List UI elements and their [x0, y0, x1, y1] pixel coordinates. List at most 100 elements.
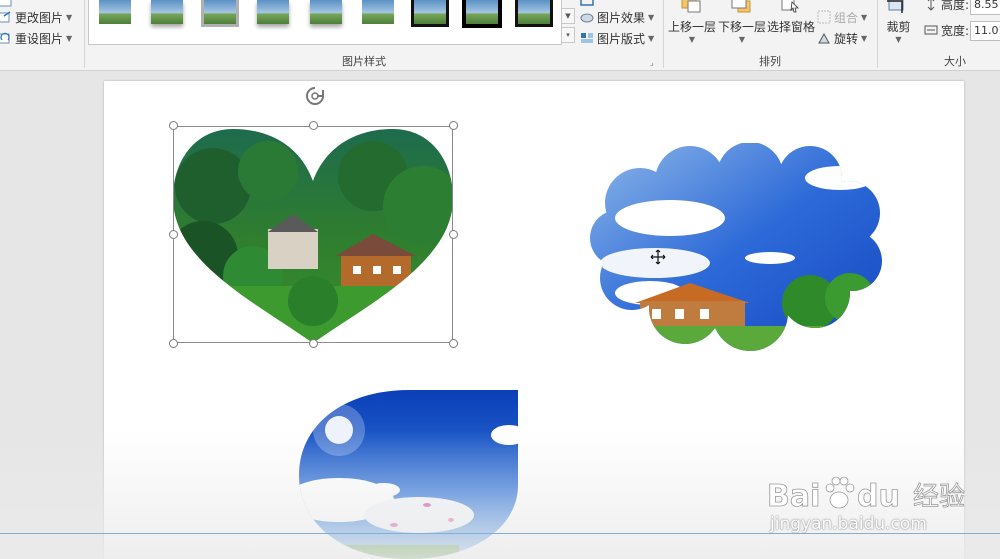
group-label: 组合 — [834, 10, 859, 25]
style-preview-image — [362, 0, 394, 24]
bring-forward-icon — [680, 0, 702, 14]
crop-label: 裁剪 — [886, 20, 911, 34]
watermark-cn: 经验 — [913, 482, 965, 512]
width-icon — [924, 23, 938, 37]
crop-button[interactable]: 裁剪 ▼ — [886, 0, 911, 46]
style-thumb-3[interactable] — [201, 0, 239, 27]
cloud-picture[interactable] — [590, 143, 885, 355]
resize-handle-top[interactable] — [309, 121, 318, 130]
send-backward-icon — [730, 0, 752, 14]
rotate-handle-icon[interactable] — [303, 84, 327, 108]
reset-picture-icon — [0, 31, 12, 45]
style-thumb-7[interactable] — [411, 0, 449, 27]
style-preview-image — [99, 0, 131, 24]
selection-pane-label: 选择窗格 — [767, 20, 816, 34]
baidu-logo-icon: Bai du 经验 — [767, 476, 965, 514]
resize-handle-bottom-left[interactable] — [169, 339, 178, 348]
resize-handle-top-left[interactable] — [169, 121, 178, 130]
resize-handle-bottom[interactable] — [309, 339, 318, 348]
group-objects-button[interactable]: 组合 ▼ — [817, 9, 867, 25]
reset-picture-button[interactable]: 重设图片 ▼ — [0, 30, 72, 46]
move-cursor-icon — [650, 249, 666, 265]
rotate-label: 旋转 — [834, 31, 859, 46]
resize-handle-right[interactable] — [449, 230, 458, 239]
style-preview-image — [310, 0, 342, 24]
chevron-down-icon: ▼ — [648, 12, 655, 22]
style-thumb-2[interactable] — [148, 0, 186, 27]
picture-layout-button[interactable]: 图片版式 ▼ — [580, 30, 654, 46]
resize-handle-bottom-right[interactable] — [449, 339, 458, 348]
selection-pane-button[interactable]: 选择窗格 — [767, 0, 815, 36]
picture-effects-label: 图片效果 — [597, 10, 646, 25]
height-icon — [924, 0, 938, 11]
width-label: 宽度: — [941, 23, 970, 38]
style-thumb-6[interactable] — [359, 0, 397, 27]
resize-handle-left[interactable] — [169, 230, 178, 239]
chevron-down-icon: ▼ — [738, 35, 746, 44]
style-preview-image — [257, 0, 289, 24]
selection-box — [173, 126, 453, 343]
dialog-launcher-icon: ⌟ — [650, 57, 654, 67]
hidden-top-button[interactable] — [0, 0, 15, 8]
change-picture-icon — [0, 10, 12, 24]
height-label-row: 高度: — [924, 0, 969, 12]
change-picture-button[interactable]: 更改图片 ▼ — [0, 9, 72, 25]
style-thumb-5[interactable] — [307, 0, 345, 27]
watermark-brand: Bai — [767, 479, 820, 514]
group-divider — [663, 0, 664, 68]
bring-forward-button[interactable]: 上移一层 ▼ — [668, 0, 716, 46]
picture-effects-button[interactable]: 图片效果 ▼ — [580, 9, 654, 25]
height-label: 高度: — [941, 0, 970, 12]
chevron-down-icon: ▼ — [895, 35, 902, 44]
bring-forward-label: 上移一层 — [668, 20, 717, 34]
picture-icon — [0, 0, 12, 8]
group-divider — [877, 0, 878, 68]
style-thumb-1[interactable] — [96, 0, 134, 27]
picture-effects-icon — [580, 10, 594, 24]
style-preview-image — [201, 0, 239, 27]
chevron-down-icon: ▼ — [861, 33, 868, 43]
chevron-down-icon: ▼ — [688, 35, 696, 44]
picture-styles-gallery — [88, 0, 562, 45]
chevron-down-icon: ▼ — [66, 33, 73, 43]
send-backward-label: 下移一层 — [718, 20, 767, 34]
watermark-url: jingyan.baidu.com — [770, 514, 927, 534]
picture-layout-label: 图片版式 — [597, 31, 646, 46]
picture-border-icon — [580, 0, 594, 7]
width-input[interactable]: 11.01 — [970, 21, 1000, 41]
crop-icon — [886, 0, 908, 14]
ribbon: 更改图片 ▼ 重设图片 ▼ ▼ ▾ 图片样式 图片效果 ▼ 图片版式 ▼ ⌟ 上… — [0, 0, 1000, 71]
chevron-down-icon: ▼ — [648, 33, 655, 43]
rotate-icon — [817, 31, 831, 45]
baidu-jingyan-watermark: Bai du 经验 jingyan.baidu.com — [765, 472, 1000, 542]
chevron-down-icon: ▼ — [66, 12, 73, 22]
chevron-down-icon: ▼ — [861, 12, 868, 22]
width-label-row: 宽度: — [924, 22, 969, 38]
gallery-scroll-down[interactable]: ▼ — [561, 8, 575, 24]
style-preview-image — [151, 0, 183, 24]
size-group-label: 大小 — [944, 55, 966, 68]
style-preview-image — [411, 0, 449, 27]
send-backward-button[interactable]: 下移一层 ▼ — [718, 0, 766, 46]
picture-border-button[interactable] — [580, 0, 597, 7]
picture-layout-icon — [580, 31, 594, 45]
group-divider — [84, 0, 85, 68]
style-preview-image — [462, 0, 502, 28]
selection-pane-icon — [779, 0, 801, 14]
picture-styles-launcher[interactable]: ⌟ — [650, 57, 654, 67]
arrange-group-label: 排列 — [759, 55, 781, 68]
group-icon — [817, 10, 831, 24]
style-thumb-9[interactable] — [515, 0, 553, 27]
resize-handle-top-right[interactable] — [449, 121, 458, 130]
watermark-brand-tail: du — [857, 479, 900, 514]
style-thumb-8[interactable] — [462, 0, 502, 28]
rotate-button[interactable]: 旋转 ▼ — [817, 30, 867, 46]
style-preview-image — [515, 0, 553, 27]
style-thumb-4[interactable] — [254, 0, 292, 27]
reset-picture-label: 重设图片 — [15, 31, 64, 46]
height-input[interactable]: 8.55 — [970, 0, 1000, 15]
paw-icon — [825, 476, 855, 509]
change-picture-label: 更改图片 — [15, 10, 64, 25]
picture-styles-group-label: 图片样式 — [342, 55, 386, 68]
gallery-more-button[interactable]: ▾ — [561, 27, 575, 43]
